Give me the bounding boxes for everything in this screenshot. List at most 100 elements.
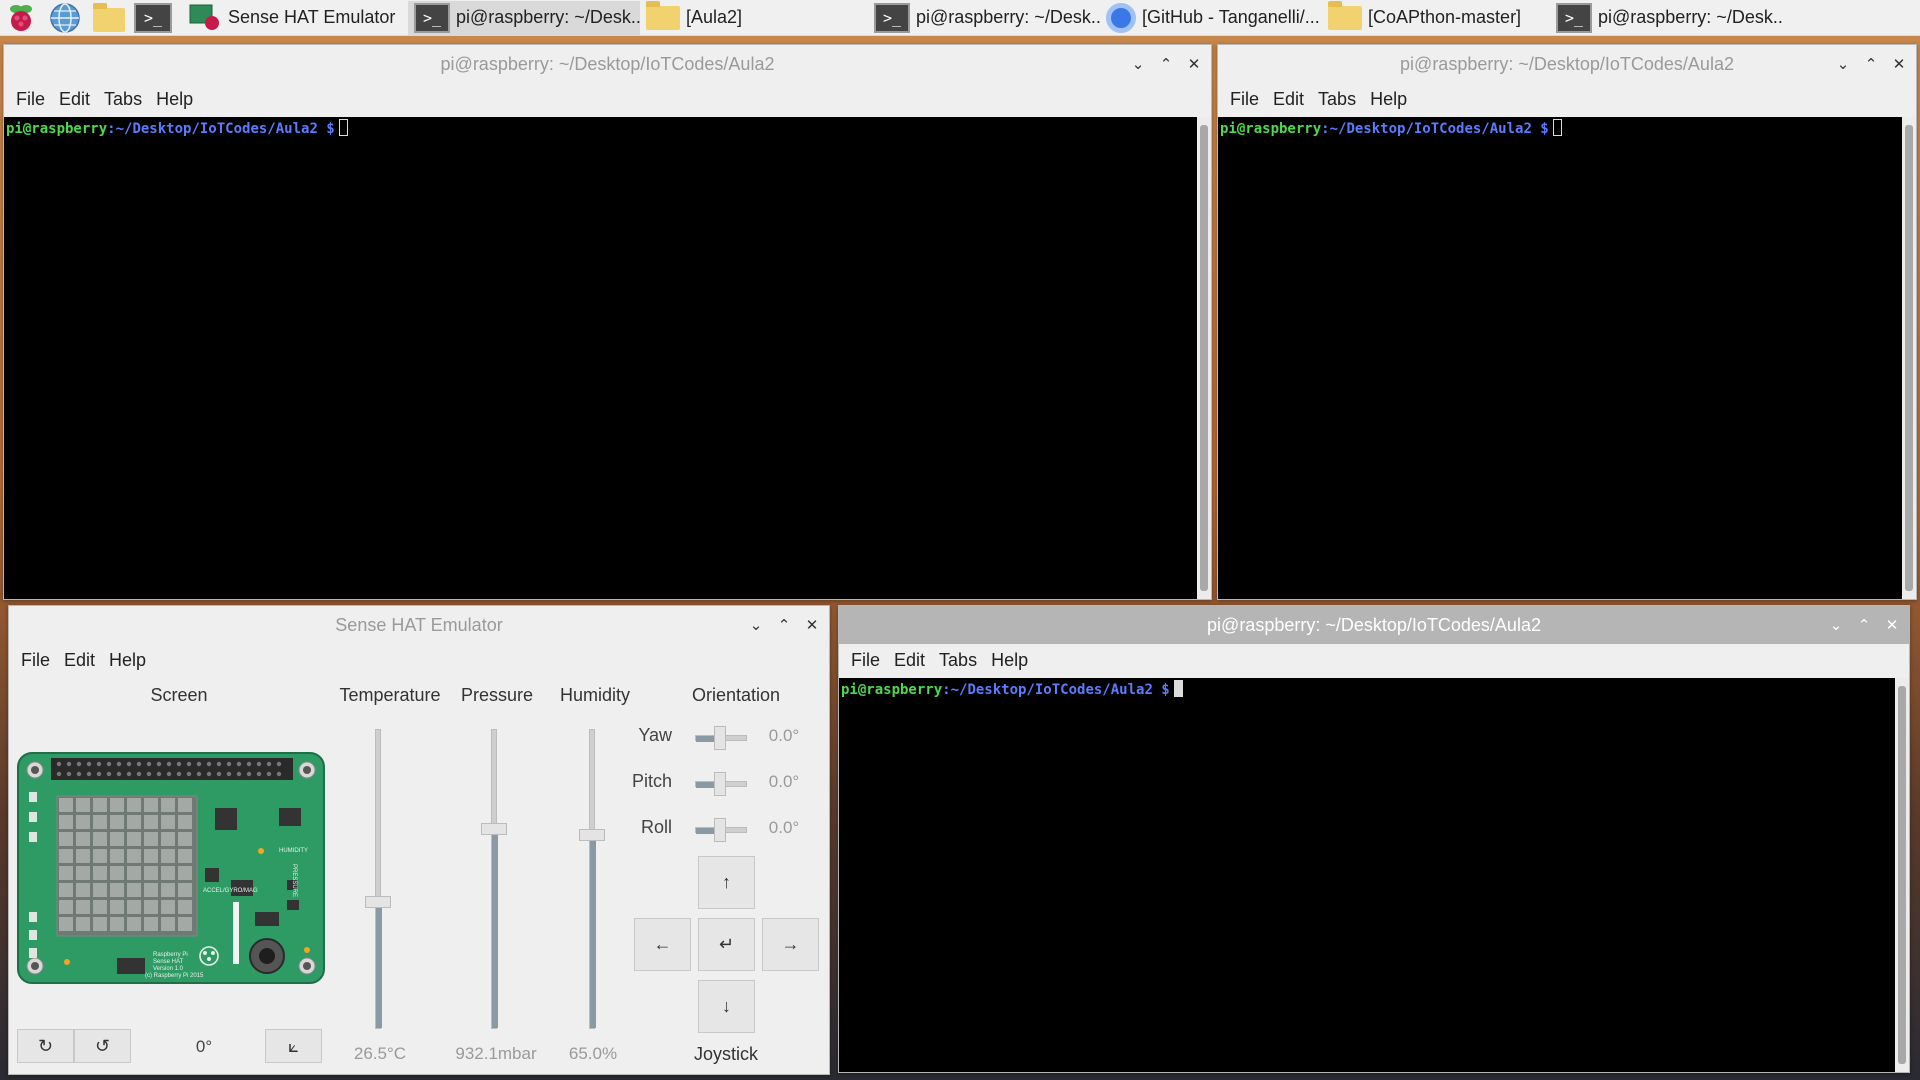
humidity-header: Humidity <box>559 685 630 705</box>
terminal-output[interactable]: pi@raspberry:~/Desktop/IoTCodes/Aula2 $ <box>4 117 1197 599</box>
taskbar-task-folder-coapthon[interactable]: [CoAPthon-master] <box>1322 0 1550 35</box>
maximize-button[interactable]: ⌃ <box>1855 616 1873 634</box>
minimize-button[interactable]: ⌄ <box>1129 55 1147 73</box>
joystick-left-button[interactable]: ← <box>634 918 691 971</box>
terminal-output[interactable]: pi@raspberry:~/Desktop/IoTCodes/Aula2 $ <box>839 678 1895 1072</box>
menu-edit[interactable]: Edit <box>1273 89 1304 110</box>
joystick-down-button[interactable]: ↓ <box>698 980 755 1033</box>
board-text-3: Version 1.0 <box>153 966 184 972</box>
board-pressure-label: PRESSURE <box>291 864 297 897</box>
pressure-header: Pressure <box>460 685 534 705</box>
scrollbar[interactable] <box>1197 117 1211 599</box>
taskbar-task-terminal-1[interactable]: >_ pi@raspberry: ~/Desk... <box>408 0 640 35</box>
taskbar-task-chromium[interactable]: [GitHub - Tanganelli/... <box>1100 1 1322 35</box>
taskbar-task-sense-hat[interactable]: Sense HAT Emulator <box>182 1 408 35</box>
window-title: pi@raspberry: ~/Desktop/IoTCodes/Aula2 <box>1207 614 1541 635</box>
screen-header: Screen <box>150 685 208 705</box>
terminal-launcher-icon[interactable]: >_ <box>134 1 172 35</box>
window-titlebar[interactable]: pi@raspberry: ~/Desktop/IoTCodes/Aula2 ⌄… <box>4 45 1211 83</box>
scrollbar[interactable] <box>1902 117 1916 599</box>
pitch-slider-handle[interactable] <box>714 772 726 796</box>
roll-slider-handle[interactable] <box>714 818 726 842</box>
menu-help[interactable]: Help <box>1370 89 1407 110</box>
minimize-button[interactable]: ⌄ <box>747 616 765 634</box>
taskbar-task-terminal-2[interactable]: >_ pi@raspberry: ~/Desk... <box>868 1 1100 35</box>
taskbar-task-folder-aula2[interactable]: [Aula2] <box>640 0 868 35</box>
minimize-button[interactable]: ⌄ <box>1834 55 1852 73</box>
scrollbar-thumb[interactable] <box>1905 125 1913 591</box>
temperature-value: 26.5°C <box>353 1044 407 1063</box>
menu-file[interactable]: File <box>21 650 50 671</box>
prompt-dollar: $ <box>1152 682 1170 698</box>
file-manager-icon[interactable] <box>90 1 128 35</box>
menu-edit[interactable]: Edit <box>64 650 95 671</box>
prompt-user: pi@raspberry <box>1220 121 1322 137</box>
yaw-label: Yaw <box>638 725 672 745</box>
slider-handle[interactable] <box>579 829 605 841</box>
menu-edit[interactable]: Edit <box>59 89 90 110</box>
joystick-right-button[interactable]: → <box>762 918 819 971</box>
menu-help[interactable]: Help <box>991 650 1028 671</box>
prompt-path: :~/Desktop/IoTCodes/Aula2 <box>1321 121 1532 137</box>
orientation-header: Orientation <box>691 685 781 705</box>
chromium-icon <box>1106 2 1136 33</box>
prompt-path: :~/Desktop/IoTCodes/Aula2 <box>942 682 1153 698</box>
raspberry-menu-icon[interactable] <box>2 1 40 35</box>
web-browser-icon[interactable] <box>46 1 84 35</box>
menu-file[interactable]: File <box>16 89 45 110</box>
sense-hat-emulator-window: Sense HAT Emulator ⌄ ⌃ ✕ File Edit Help … <box>8 605 830 1075</box>
close-button[interactable]: ✕ <box>1890 55 1908 73</box>
sense-hat-icon <box>188 3 222 33</box>
terminal-icon: >_ <box>874 2 910 33</box>
window-title: Sense HAT Emulator <box>335 614 503 635</box>
menu-tabs[interactable]: Tabs <box>1318 89 1356 110</box>
menu-help[interactable]: Help <box>109 650 146 671</box>
menu-tabs[interactable]: Tabs <box>104 89 142 110</box>
yaw-slider-handle[interactable] <box>714 726 726 750</box>
yaw-value: 0.0° <box>768 726 800 745</box>
joystick-up-button[interactable]: ↑ <box>698 856 755 909</box>
window-title: pi@raspberry: ~/Desktop/IoTCodes/Aula2 <box>1400 53 1734 74</box>
scrollbar[interactable] <box>1895 678 1909 1072</box>
menu-edit[interactable]: Edit <box>894 650 925 671</box>
close-button[interactable]: ✕ <box>803 616 821 634</box>
rotate-counterclockwise-button[interactable]: ↺ <box>74 1029 131 1063</box>
maximize-button[interactable]: ⌃ <box>775 616 793 634</box>
slider-fill <box>590 835 596 1028</box>
board-accel-label: ACCEL/GYRO/MAG <box>203 888 258 894</box>
scrollbar-thumb[interactable] <box>1200 125 1208 591</box>
taskbar: >_ Sense HAT Emulator >_ pi@raspberry: ~… <box>0 0 1920 36</box>
joystick-label: Joystick <box>693 1044 758 1064</box>
folder-icon <box>1328 0 1362 30</box>
slider-fill <box>376 902 382 1028</box>
menu-tabs[interactable]: Tabs <box>939 650 977 671</box>
menu-file[interactable]: File <box>851 650 880 671</box>
sense-hat-board-image: Raspberry Pi Sense HAT Version 1.0 (c) R… <box>17 752 325 984</box>
window-titlebar[interactable]: pi@raspberry: ~/Desktop/IoTCodes/Aula2 ⌄… <box>839 606 1909 644</box>
roll-label: Roll <box>640 817 672 837</box>
slider-handle[interactable] <box>481 823 507 835</box>
close-button[interactable]: ✕ <box>1883 616 1901 634</box>
minimize-button[interactable]: ⌄ <box>1827 616 1845 634</box>
terminal-output[interactable]: pi@raspberry:~/Desktop/IoTCodes/Aula2 $ <box>1218 117 1902 599</box>
close-button[interactable]: ✕ <box>1185 55 1203 73</box>
maximize-button[interactable]: ⌃ <box>1157 55 1175 73</box>
flip-button[interactable]: ⟀ <box>265 1029 322 1063</box>
window-titlebar[interactable]: Sense HAT Emulator ⌄ ⌃ ✕ <box>9 606 829 644</box>
taskbar-task-terminal-3[interactable]: >_ pi@raspberry: ~/Desk... <box>1550 1 1782 35</box>
slider-fill <box>492 829 498 1028</box>
rotate-clockwise-button[interactable]: ↻ <box>17 1029 74 1063</box>
temperature-header: Temperature <box>339 685 441 705</box>
roll-value: 0.0° <box>768 818 800 837</box>
pitch-value: 0.0° <box>768 772 800 791</box>
menubar: File Edit Tabs Help <box>839 644 1909 676</box>
taskbar-task-label: [CoAPthon-master] <box>1368 7 1522 27</box>
maximize-button[interactable]: ⌃ <box>1862 55 1880 73</box>
window-titlebar[interactable]: pi@raspberry: ~/Desktop/IoTCodes/Aula2 ⌄… <box>1218 45 1916 83</box>
slider-handle[interactable] <box>365 896 391 908</box>
joystick-enter-button[interactable]: ↵ <box>698 918 755 971</box>
scrollbar-thumb[interactable] <box>1898 686 1906 1064</box>
menu-file[interactable]: File <box>1230 89 1259 110</box>
window-title: pi@raspberry: ~/Desktop/IoTCodes/Aula2 <box>440 53 775 74</box>
menu-help[interactable]: Help <box>156 89 193 110</box>
